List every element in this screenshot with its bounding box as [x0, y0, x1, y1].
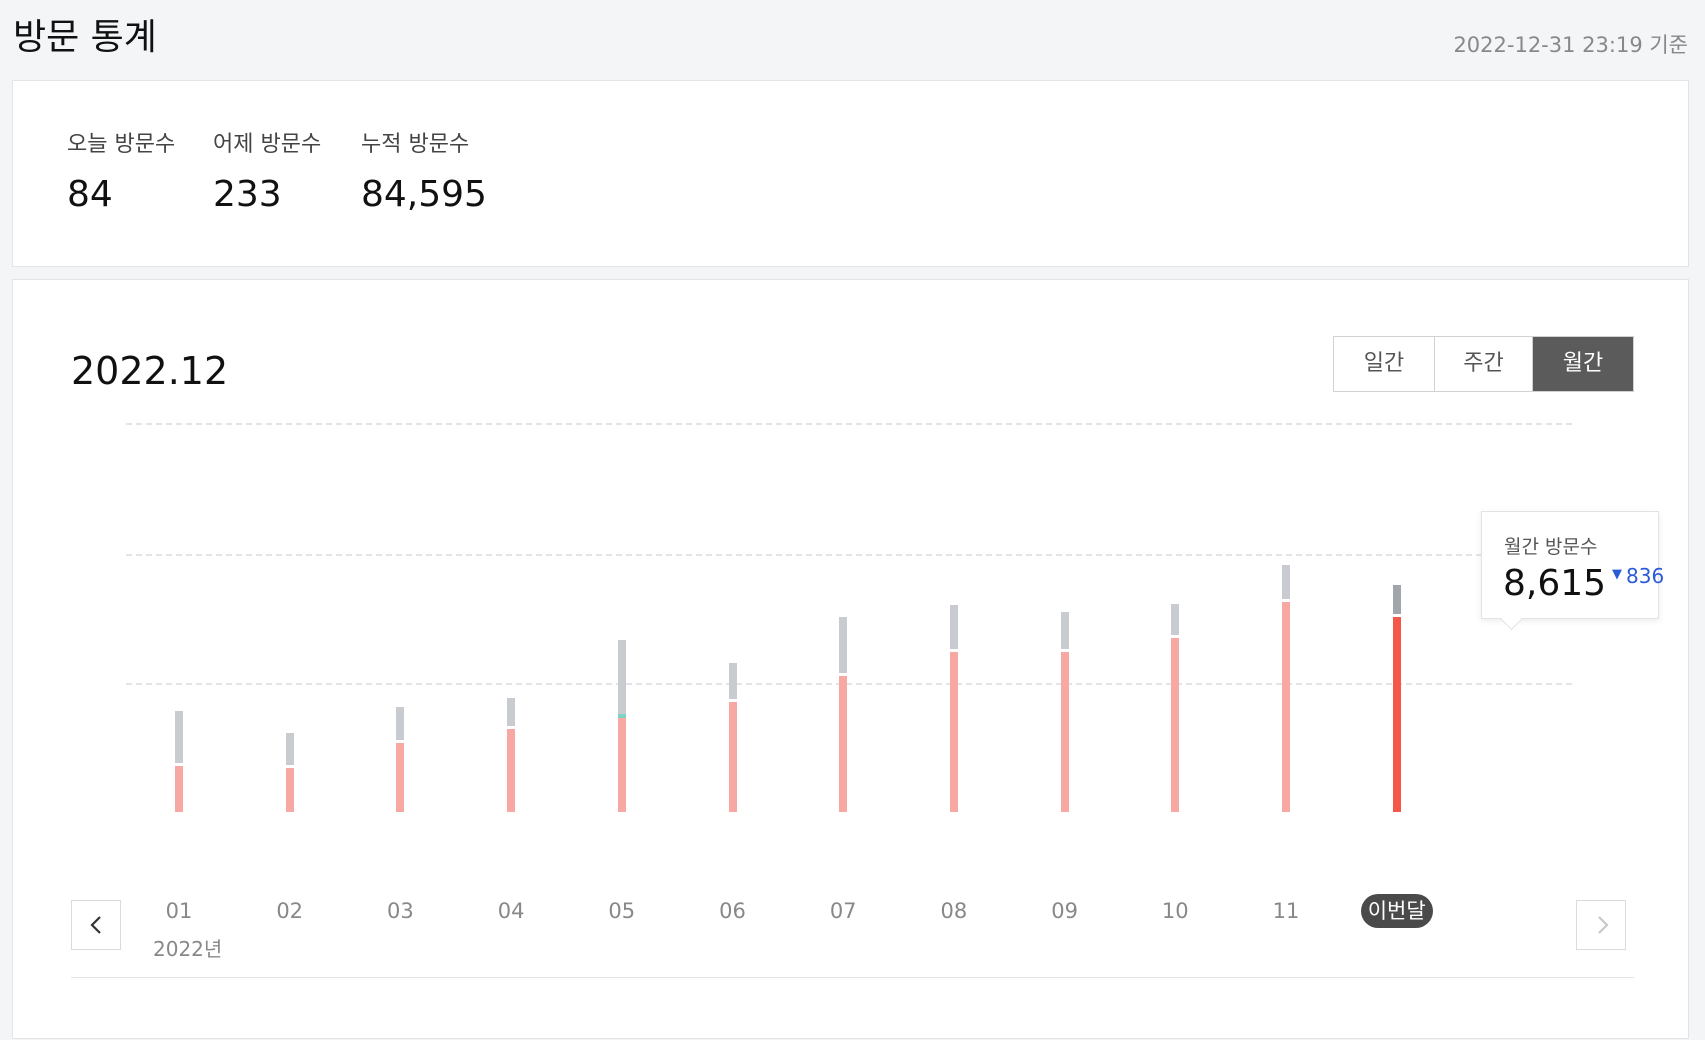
bar-cap-03[interactable] — [396, 707, 405, 740]
chart-card: 01 02 03 04 05 06 07 08 09 10 11 이번달 2022.12 일간 주간 … — [12, 279, 1689, 1039]
stat-today: 오늘 방문수 84 — [67, 129, 175, 215]
bar-visits-06[interactable] — [728, 702, 737, 812]
stat-yesterday-label: 어제 방문수 — [213, 132, 322, 157]
bottom-divider — [71, 977, 1634, 978]
bar-cap-11[interactable] — [1282, 564, 1290, 599]
x-label-02: 02 — [276, 899, 304, 923]
bar-visits-07[interactable] — [839, 676, 848, 812]
stat-today-value: 84 — [67, 174, 113, 215]
tooltip-change: ▼ 836 — [1612, 564, 1664, 588]
tab-monthly[interactable]: 월간 — [1532, 337, 1633, 391]
bar-visits-09[interactable] — [1060, 652, 1069, 812]
x-label-10: 10 — [1161, 899, 1189, 923]
bar-marker-05 — [617, 714, 626, 719]
tab-weekly[interactable]: 주간 — [1434, 337, 1532, 391]
bar-visits-10[interactable] — [1171, 637, 1180, 812]
bar-visits-04[interactable] — [507, 729, 516, 812]
period-title: 2022.12 — [71, 349, 229, 393]
x-label-05: 05 — [608, 899, 636, 923]
triangle-down-icon: ▼ — [1612, 567, 1622, 582]
bar-visits-03[interactable] — [396, 742, 405, 812]
x-label-09: 09 — [1051, 899, 1078, 923]
bar-visits-02[interactable] — [285, 767, 294, 812]
x-label-current-month[interactable]: 이번달 — [1360, 894, 1433, 928]
bar-cap-06[interactable] — [728, 663, 737, 700]
x-label-11: 11 — [1272, 899, 1300, 923]
year-label: 2022년 — [153, 937, 223, 961]
bar-visits-05[interactable] — [617, 718, 626, 812]
updated-timestamp: 2022-12-31 23:19 기준 — [1453, 33, 1688, 57]
bar-cap-09[interactable] — [1060, 612, 1069, 650]
stat-yesterday: 어제 방문수 233 — [213, 129, 321, 215]
summary-card: 오늘 방문수 84 어제 방문수 233 누적 방문수 84,595 — [12, 80, 1689, 267]
x-label-08: 08 — [940, 899, 968, 923]
tooltip-label: 월간 방문수 — [1504, 536, 1598, 558]
stat-today-label: 오늘 방문수 — [67, 132, 176, 157]
bar-visits-이번달[interactable] — [1392, 617, 1401, 812]
x-label-03: 03 — [387, 899, 414, 923]
tooltip-value: 8,615 — [1503, 563, 1607, 604]
bar-cap-02[interactable] — [285, 733, 294, 765]
page-header: 방문 통계 2022-12-31 23:19 기준 — [13, 0, 1688, 80]
bar-cap-이번달[interactable] — [1392, 584, 1401, 615]
tab-daily[interactable]: 일간 — [1334, 337, 1434, 391]
bar-visits-08[interactable] — [949, 652, 958, 812]
stat-yesterday-value: 233 — [213, 174, 282, 215]
period-toggle: 일간 주간 월간 — [1333, 336, 1634, 392]
chevron-left-icon — [90, 916, 101, 934]
next-period-button[interactable] — [1576, 900, 1626, 950]
bar-cap-01[interactable] — [175, 710, 183, 763]
stat-total-label: 누적 방문수 — [361, 132, 470, 157]
stat-total: 누적 방문수 84,595 — [361, 129, 487, 215]
x-label-06: 06 — [719, 899, 746, 923]
gridline — [126, 422, 1572, 425]
bar-visits-01[interactable] — [175, 765, 183, 812]
x-label-07: 07 — [829, 899, 857, 923]
monthly-visits-chart: 01 02 03 04 05 06 07 08 09 10 11 이번달 — [13, 280, 1690, 1040]
bar-visits-11[interactable] — [1282, 601, 1290, 812]
x-label-04: 04 — [497, 899, 525, 923]
x-label-01: 01 — [165, 899, 193, 923]
gridline — [126, 683, 1572, 686]
page-title: 방문 통계 — [13, 17, 157, 58]
gridline — [126, 554, 1572, 557]
stat-total-value: 84,595 — [361, 174, 487, 215]
bar-cap-07[interactable] — [839, 616, 848, 674]
prev-period-button[interactable] — [71, 900, 121, 950]
chart-tooltip: 월간 방문수 8,615 ▼ 836 — [1481, 511, 1664, 619]
bar-cap-04[interactable] — [507, 698, 516, 727]
chevron-right-icon — [1598, 916, 1609, 934]
bar-cap-05[interactable] — [617, 640, 626, 716]
tooltip-change-value: 836 — [1626, 564, 1665, 588]
bar-cap-08[interactable] — [949, 605, 958, 650]
bar-cap-10[interactable] — [1171, 604, 1180, 635]
